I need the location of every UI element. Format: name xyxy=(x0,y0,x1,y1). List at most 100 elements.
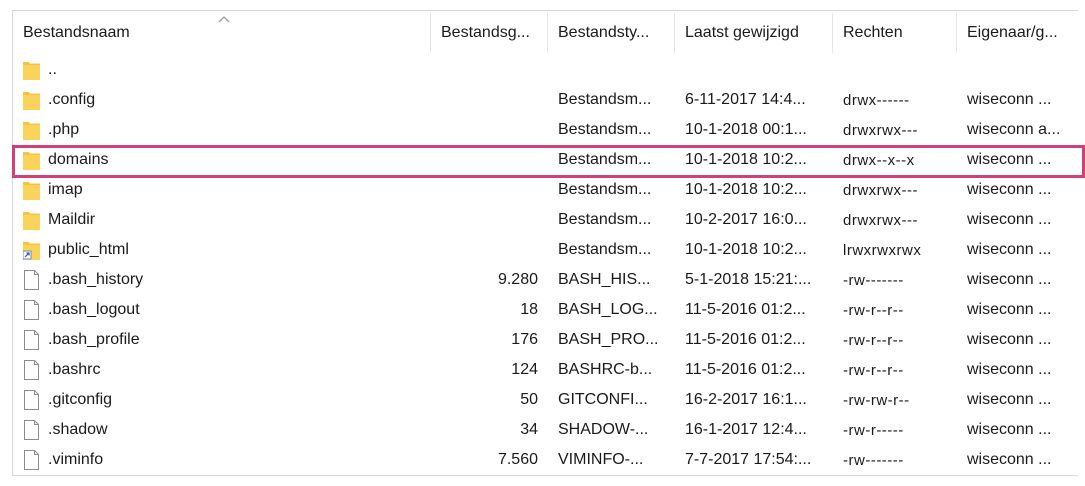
cell-type: SHADOW-... xyxy=(558,421,649,438)
cell-modified: 16-1-2017 12:4... xyxy=(685,421,807,438)
cell-type: GITCONFI... xyxy=(558,391,648,408)
folder-icon xyxy=(23,90,40,110)
cell-modified: 7-7-2017 17:54:... xyxy=(685,451,812,468)
file-list: .. .config Bestandsm... 6-11-2017 14:4... dr… xyxy=(13,55,1085,475)
column-header-label: Bestandsnaam xyxy=(23,24,130,41)
cell-permissions: lrwxrwxrwx xyxy=(843,241,922,259)
cell-owner: wiseconn ... xyxy=(967,211,1052,228)
file-icon xyxy=(23,270,40,290)
table-row[interactable]: .bash_history 9.280 BASH_HIS... 5-1-2018 15… xyxy=(13,265,1085,295)
column-header-name[interactable]: Bestandsnaam xyxy=(13,13,431,53)
file-name: .bash_history xyxy=(48,271,144,288)
cell-permissions: -rw-r--r-- xyxy=(843,361,904,379)
file-icon xyxy=(23,420,40,440)
cell-permissions: drwx--x--x xyxy=(843,151,915,169)
cell-permissions: -rw------- xyxy=(843,271,904,289)
file-name: imap xyxy=(48,181,83,198)
table-row[interactable]: .gitconfig 50 GITCONFI... 16-2-2017 16:1...… xyxy=(13,385,1085,415)
file-icon xyxy=(23,360,40,380)
cell-name: .config xyxy=(13,90,431,110)
column-header-modified[interactable]: Laatst gewijzigd xyxy=(675,13,833,53)
cell-owner: wiseconn ... xyxy=(967,271,1052,288)
file-name: .bash_logout xyxy=(48,301,140,318)
table-row[interactable]: .bashrc 124 BASHRC-b... 11-5-2016 01:2... -r… xyxy=(13,355,1085,385)
file-name: .shadow xyxy=(48,421,108,438)
cell-permissions: -rw-r----- xyxy=(843,421,904,439)
column-header-type[interactable]: Bestandsty... xyxy=(548,13,675,53)
table-row[interactable]: .shadow 34 SHADOW-... 16-1-2017 12:4... -rw-… xyxy=(13,415,1085,445)
cell-owner: wiseconn ... xyxy=(967,331,1052,348)
folder-icon xyxy=(23,60,40,80)
cell-name: .viminfo xyxy=(13,450,431,470)
cell-owner: wiseconn ... xyxy=(967,181,1052,198)
column-header-owner[interactable]: Eigenaar/g... xyxy=(957,13,1085,53)
table-row[interactable]: .config Bestandsm... 6-11-2017 14:4... drwx… xyxy=(13,85,1085,115)
cell-type: BASH_PRO... xyxy=(558,331,659,348)
cell-owner: wiseconn ... xyxy=(967,451,1052,468)
file-name: Maildir xyxy=(48,211,96,228)
cell-name: .shadow xyxy=(13,420,431,440)
column-header-label: Laatst gewijzigd xyxy=(685,24,799,41)
column-header-size[interactable]: Bestandsg... xyxy=(431,13,548,53)
column-header-label: Bestandsg... xyxy=(441,24,530,41)
folder-icon xyxy=(23,120,40,140)
cell-modified: 10-2-2017 16:0... xyxy=(685,211,807,228)
file-name: .bash_profile xyxy=(48,331,140,348)
cell-permissions: drwxrwx--- xyxy=(843,121,918,139)
cell-permissions: drwx------ xyxy=(843,91,910,109)
file-name: .viminfo xyxy=(48,451,104,468)
cell-modified: 10-1-2018 10:2... xyxy=(685,181,807,198)
table-row[interactable]: domains Bestandsm... 10-1-2018 10:2... drwx… xyxy=(13,145,1085,175)
table-row[interactable]: .. xyxy=(13,55,1085,85)
cell-owner: wiseconn ... xyxy=(967,91,1052,108)
cell-modified: 10-1-2018 00:1... xyxy=(685,121,807,138)
cell-type: Bestandsm... xyxy=(558,121,652,138)
cell-type: Bestandsm... xyxy=(558,151,652,168)
cell-permissions: -rw------- xyxy=(843,451,904,469)
folder-shortcut-icon xyxy=(23,240,40,260)
file-icon xyxy=(23,330,40,350)
cell-permissions: drwxrwx--- xyxy=(843,181,918,199)
file-name: public_html xyxy=(48,241,129,258)
cell-type: Bestandsm... xyxy=(558,241,652,258)
table-row[interactable]: .bash_logout 18 BASH_LOG... 11-5-2016 01:2.… xyxy=(13,295,1085,325)
cell-modified: 10-1-2018 10:2... xyxy=(685,151,807,168)
file-name: .gitconfig xyxy=(48,391,113,408)
sort-ascending-icon xyxy=(218,16,230,23)
cell-owner: wiseconn ... xyxy=(967,421,1052,438)
cell-size: 50 xyxy=(520,391,538,408)
cell-name: Maildir xyxy=(13,210,431,230)
column-header-label: Bestandsty... xyxy=(558,24,650,41)
file-name: .config xyxy=(48,91,96,108)
cell-modified: 11-5-2016 01:2... xyxy=(685,361,806,378)
table-row[interactable]: .viminfo 7.560 VIMINFO-... 7-7-2017 17:54:.… xyxy=(13,445,1085,475)
cell-size: 176 xyxy=(511,331,538,348)
table-row[interactable]: imap Bestandsm... 10-1-2018 10:2... drwxrwx… xyxy=(13,175,1085,205)
cell-permissions: drwxrwx--- xyxy=(843,211,918,229)
cell-type: BASH_HIS... xyxy=(558,271,651,288)
cell-name: .gitconfig xyxy=(13,390,431,410)
cell-name: public_html xyxy=(13,240,431,260)
cell-owner: wiseconn ... xyxy=(967,361,1052,378)
column-header-label: Rechten xyxy=(843,24,903,41)
column-header-permissions[interactable]: Rechten xyxy=(833,13,957,53)
cell-name: imap xyxy=(13,180,431,200)
cell-permissions: -rw-r--r-- xyxy=(843,301,904,319)
cell-modified: 11-5-2016 01:2... xyxy=(685,301,806,318)
table-row[interactable]: .php Bestandsm... 10-1-2018 00:1... drwxrwx… xyxy=(13,115,1085,145)
cell-type: Bestandsm... xyxy=(558,91,652,108)
cell-permissions: -rw-rw-r-- xyxy=(843,391,910,409)
table-row[interactable]: public_html Bestandsm... 10-1-2018 10:2...… xyxy=(13,235,1085,265)
cell-type: BASH_LOG... xyxy=(558,301,658,318)
file-name: .. xyxy=(48,61,57,78)
cell-type: VIMINFO-... xyxy=(558,451,644,468)
table-row[interactable]: .bash_profile 176 BASH_PRO... 11-5-2016 01:… xyxy=(13,325,1085,355)
cell-owner: wiseconn a... xyxy=(967,121,1061,138)
cell-owner: wiseconn ... xyxy=(967,301,1052,318)
cell-owner: wiseconn ... xyxy=(967,391,1052,408)
cell-modified: 10-1-2018 10:2... xyxy=(685,241,807,258)
folder-icon xyxy=(23,150,40,170)
table-row[interactable]: Maildir Bestandsm... 10-2-2017 16:0... drwx… xyxy=(13,205,1085,235)
cell-name: .bash_history xyxy=(13,270,431,290)
cell-size: 7.560 xyxy=(497,451,538,468)
